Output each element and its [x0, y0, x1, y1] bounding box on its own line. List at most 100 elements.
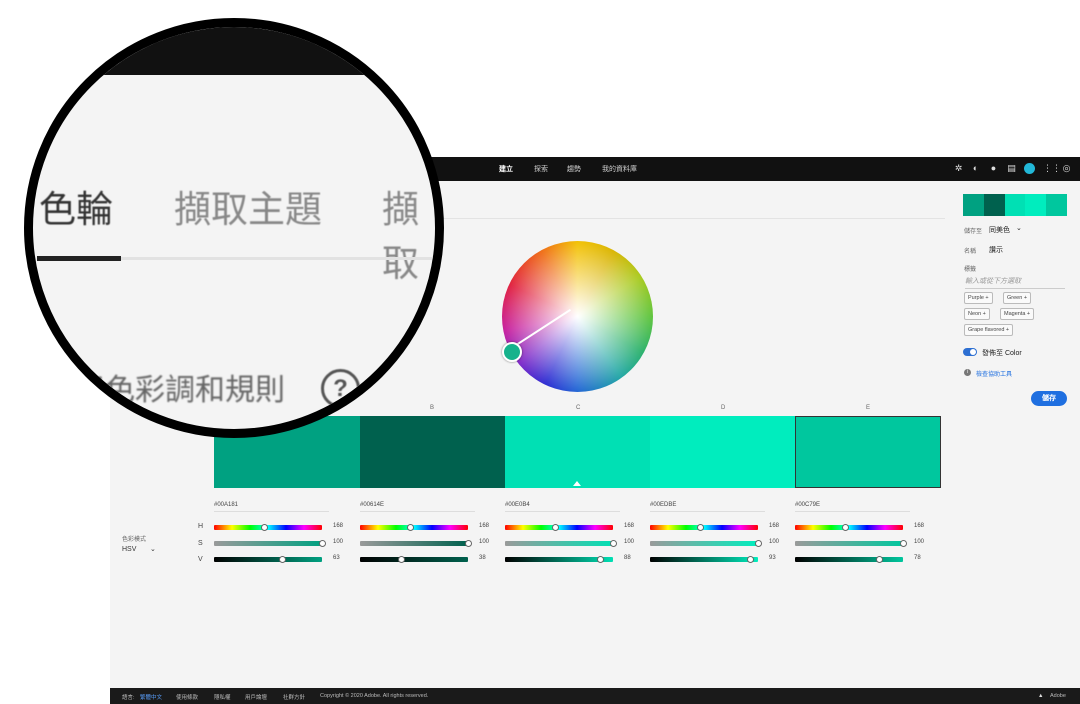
- tab-track: [121, 257, 435, 260]
- name-field[interactable]: 讚示: [989, 245, 1003, 255]
- tag-chip-magenta[interactable]: Magenta +: [1000, 308, 1035, 320]
- value-value: 78: [914, 555, 921, 561]
- harmony-rule-label[interactable]: 用色彩調和規則: [75, 365, 285, 409]
- saturation-slider[interactable]: [360, 541, 468, 546]
- hex-underline: [214, 511, 329, 512]
- chevron-down-icon[interactable]: ⌄: [1016, 224, 1022, 232]
- save-to-select[interactable]: 同美色: [989, 225, 1010, 235]
- adobe-logo-icon: ▲: [1038, 693, 1044, 699]
- saturation-slider-handle[interactable]: [610, 540, 617, 547]
- publish-label: 發佈至 Color: [982, 350, 1022, 357]
- value-slider-handle[interactable]: [597, 556, 605, 563]
- hex-underline: [650, 511, 765, 512]
- saturation-slider[interactable]: [505, 541, 613, 546]
- language-label: 語言:: [122, 695, 135, 701]
- value-value: 38: [479, 555, 486, 561]
- chevron-down-icon[interactable]: ⌄: [150, 545, 156, 553]
- tag-chip-neon[interactable]: Neon +: [964, 308, 990, 320]
- saturation-slider[interactable]: [795, 541, 903, 546]
- hue-value: 168: [624, 523, 635, 529]
- value-slider[interactable]: [360, 557, 468, 562]
- nav-create[interactable]: 建立: [499, 164, 513, 174]
- swatch-label-b: B: [430, 405, 435, 411]
- value-slider-handle[interactable]: [398, 556, 406, 563]
- swatch-label-c: C: [576, 405, 581, 411]
- accessibility-link[interactable]: 檢查協助工具: [976, 369, 1012, 378]
- tag-chip-purple[interactable]: Purple +: [964, 292, 993, 304]
- tags-input[interactable]: 輸入或從下方選取: [965, 276, 1065, 289]
- magnified-top-bar: [33, 27, 435, 75]
- saturation-slider-handle[interactable]: [755, 540, 762, 547]
- tab-extract-gradient[interactable]: 擷取: [382, 179, 435, 287]
- value-slider-handle[interactable]: [279, 556, 287, 563]
- apps-icon[interactable]: ⋮⋮: [1043, 163, 1061, 174]
- value-value: 88: [624, 555, 631, 561]
- footer-link-forum[interactable]: 用戶論壇: [245, 693, 267, 701]
- language-select[interactable]: 繁體中文: [140, 693, 162, 701]
- save-button[interactable]: 儲存: [1031, 391, 1067, 406]
- cc-icon[interactable]: ◎: [1061, 163, 1072, 174]
- tag-chip-green[interactable]: Green +: [1003, 292, 1032, 304]
- hue-value: 168: [914, 523, 925, 529]
- hex-value-e[interactable]: #00C79E: [795, 502, 820, 508]
- swatch-c[interactable]: [505, 416, 651, 488]
- preview-swatch: [1025, 194, 1047, 216]
- preview-swatch: [983, 194, 1005, 216]
- saturation-slider-handle[interactable]: [319, 540, 326, 547]
- value-slider[interactable]: [795, 557, 903, 562]
- settings-icon[interactable]: ✲: [953, 163, 964, 174]
- tag-chip-grape-flavored[interactable]: Grape flavored +: [964, 324, 1014, 336]
- base-color-marker: [573, 481, 581, 486]
- saturation-slider[interactable]: [650, 541, 758, 546]
- saturation-label: S: [198, 540, 203, 547]
- hex-value-d[interactable]: #00EDBE: [650, 502, 676, 508]
- nav-my-library[interactable]: 我的資料庫: [602, 164, 637, 174]
- adobe-brand: Adobe: [1050, 693, 1066, 699]
- publish-toggle[interactable]: [963, 348, 977, 356]
- saturation-value: 100: [769, 539, 780, 545]
- value-value: 63: [333, 555, 340, 561]
- color-wheel[interactable]: [502, 241, 653, 392]
- swatch-e[interactable]: [795, 416, 941, 488]
- preview-swatch: [963, 194, 984, 216]
- hue-value: 168: [769, 523, 780, 529]
- hex-underline: [505, 511, 620, 512]
- saturation-slider-handle[interactable]: [900, 540, 907, 547]
- theme-preview: [963, 194, 1067, 216]
- chat-icon[interactable]: ▤: [1006, 163, 1017, 174]
- name-label: 名稱: [964, 249, 977, 255]
- wheel-handle[interactable]: [502, 342, 522, 362]
- color-mode-select[interactable]: HSV: [122, 546, 136, 553]
- nav-trends[interactable]: 趨勢: [567, 164, 581, 174]
- nav-explore[interactable]: 探索: [534, 164, 548, 174]
- swatch-label-e: E: [866, 405, 871, 411]
- tags-label: 標籤: [964, 267, 977, 273]
- saturation-slider-handle[interactable]: [465, 540, 472, 547]
- swatch-d[interactable]: [650, 416, 796, 488]
- tab-color-wheel[interactable]: 色輪: [39, 179, 113, 233]
- avatar-icon[interactable]: [1024, 163, 1035, 174]
- active-tab-indicator: [37, 256, 121, 261]
- preview-swatch: [1046, 194, 1067, 216]
- theme-icon[interactable]: ◐: [970, 163, 981, 174]
- save-to-label: 儲存至: [964, 229, 983, 235]
- tab-extract-theme[interactable]: 擷取主題: [174, 179, 322, 233]
- hex-value-a[interactable]: #00A181: [214, 502, 238, 508]
- hex-value-c[interactable]: #00E0B4: [505, 502, 530, 508]
- footer-link-privacy[interactable]: 隱私權: [214, 693, 231, 701]
- hex-value-b[interactable]: #00614E: [360, 502, 384, 508]
- saturation-value: 100: [624, 539, 635, 545]
- preview-swatch: [1004, 194, 1026, 216]
- help-icon[interactable]: ●: [988, 163, 999, 174]
- help-icon[interactable]: ?: [321, 369, 360, 408]
- swatch-b[interactable]: [360, 416, 506, 488]
- magnifier-callout: 色輪 擷取主題 擷取 用色彩調和規則 ?: [24, 18, 444, 438]
- hue-value: 168: [479, 523, 490, 529]
- saturation-value: 100: [479, 539, 490, 545]
- value-slider[interactable]: [650, 557, 758, 562]
- footer-link-guidelines[interactable]: 社群方針: [283, 693, 305, 701]
- footer-link-terms[interactable]: 使用條款: [176, 693, 198, 701]
- value-slider[interactable]: [214, 557, 322, 562]
- saturation-slider[interactable]: [214, 541, 322, 546]
- copyright: Copyright © 2020 Adobe. All rights reser…: [320, 693, 429, 699]
